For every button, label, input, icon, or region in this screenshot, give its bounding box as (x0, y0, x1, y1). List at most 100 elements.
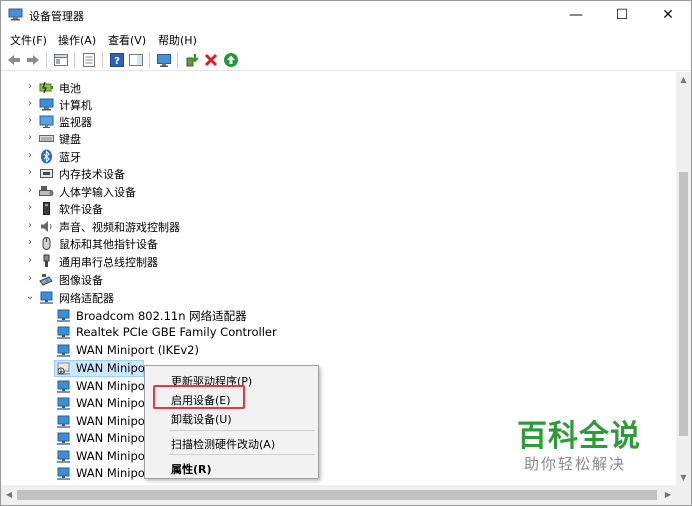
tree-item-battery[interactable]: › 电池 (1, 79, 676, 96)
tree-item-label: 软件设备 (59, 203, 103, 216)
adapter-label: WAN Minipo (76, 414, 145, 428)
adapter-row-selected[interactable]: WAN Minipo (1, 360, 676, 377)
menu-item-label: 属性(R) (171, 463, 212, 476)
adapter-label: Realtek PCIe GBE Family Controller (76, 325, 277, 339)
vertical-scroll-thumb[interactable] (679, 172, 688, 436)
back-arrow-icon[interactable] (6, 52, 22, 68)
adapter-label: Broadcom 802.11n 网络适配器 (76, 309, 247, 323)
toolbar-separator (177, 52, 178, 68)
tree-item-usb-controllers[interactable]: › 通用串行总线控制器 (1, 253, 676, 270)
forward-arrow-icon[interactable] (25, 52, 41, 68)
expand-chevron-icon[interactable]: › (25, 167, 35, 179)
toolbar-separator (149, 52, 150, 68)
tree-item-label: 监视器 (59, 116, 92, 129)
menu-action[interactable]: 操作(A) (58, 32, 96, 48)
minimize-button[interactable]: — (553, 1, 599, 29)
expand-chevron-icon[interactable]: › (25, 220, 35, 232)
tree-item-software-devices[interactable]: › 软件设备 (1, 200, 676, 217)
keyboard-icon (39, 135, 54, 142)
properties-sheet-icon[interactable] (81, 52, 97, 68)
usb-icon (43, 254, 50, 267)
adapter-label: WAN Minipo (76, 449, 145, 463)
menu-view[interactable]: 查看(V) (108, 32, 146, 48)
expand-chevron-icon[interactable]: › (25, 81, 35, 93)
menu-scan-hardware[interactable]: 扫描检测硬件改动(A) (146, 432, 317, 452)
tree-item-label: 计算机 (59, 99, 92, 112)
adapter-label: WAN Minipo (76, 379, 145, 393)
maximize-button[interactable]: ☐ (599, 1, 645, 29)
tree-item-memory-tech[interactable]: › 内存技术设备 (1, 165, 676, 182)
uninstall-x-icon[interactable] (203, 52, 219, 68)
window-title: 设备管理器 (29, 10, 84, 23)
horizontal-scroll-thumb[interactable] (17, 490, 657, 500)
expand-chevron-icon[interactable]: › (25, 150, 35, 162)
tree-item-label: 蓝牙 (59, 151, 81, 164)
expand-chevron-icon[interactable]: › (25, 115, 35, 127)
menu-file[interactable]: 文件(F) (10, 32, 47, 48)
computer-icon (39, 98, 54, 111)
horizontal-scrollbar[interactable]: ◀ ▶ (1, 485, 676, 505)
tree-item-mouse[interactable]: › 鼠标和其他指针设备 (1, 235, 676, 252)
collapse-chevron-icon[interactable]: ⌄ (25, 291, 35, 303)
tree-item-bluetooth[interactable]: › 蓝牙 (1, 148, 676, 165)
adapter-row[interactable]: Realtek PCIe GBE Family Controller (1, 324, 676, 341)
menu-separator (169, 454, 315, 455)
help-icon[interactable]: ? (109, 52, 125, 68)
update-driver-icon[interactable] (184, 52, 200, 68)
network-adapter-icon (57, 450, 70, 463)
scroll-left-icon[interactable]: ◀ (2, 488, 16, 502)
tree-item-keyboard[interactable]: › 键盘 (1, 130, 676, 147)
menu-bar: 文件(F) 操作(A) 查看(V) 帮助(H) (1, 29, 691, 49)
tree-item-label: 网络适配器 (59, 292, 114, 305)
tree-item-monitor[interactable]: › 监视器 (1, 113, 676, 130)
expand-chevron-icon[interactable]: › (25, 98, 35, 110)
expand-chevron-icon[interactable]: › (25, 255, 35, 267)
menu-uninstall-device[interactable]: 卸载设备(U) (146, 407, 317, 427)
expand-chevron-icon[interactable]: › (25, 202, 35, 214)
scrollbar-corner (676, 485, 691, 505)
menu-separator (169, 430, 315, 431)
disabled-network-adapter-icon (57, 362, 70, 375)
bluetooth-icon (41, 149, 52, 164)
close-button[interactable]: ✕ (645, 1, 691, 29)
monitor-icon (39, 115, 54, 128)
expand-chevron-icon[interactable]: › (25, 185, 35, 197)
menu-properties[interactable]: 属性(R) (146, 457, 317, 477)
watermark-subtitle: 助你轻松解决 (524, 455, 627, 473)
show-hide-tree-icon[interactable] (53, 52, 69, 68)
scan-monitor-icon[interactable] (156, 52, 172, 68)
menu-help[interactable]: 帮助(H) (158, 32, 197, 48)
scroll-up-icon[interactable]: ▲ (676, 72, 691, 87)
vertical-scrollbar[interactable]: ▲ ▼ (676, 72, 691, 485)
adapter-row[interactable]: WAN Miniport (IKEv2) (1, 342, 676, 359)
tree-item-network-adapters[interactable]: ⌄ 网络适配器 (1, 289, 676, 306)
scroll-down-icon[interactable]: ▼ (676, 470, 691, 485)
tree-item-sound-video-game[interactable]: › 声音、视频和游戏控制器 (1, 218, 676, 235)
adapter-row[interactable]: WAN Minipo (1, 378, 676, 395)
tree-item-imaging[interactable]: › 图像设备 (1, 271, 676, 288)
tree-item-computer[interactable]: › 计算机 (1, 96, 676, 113)
tree-item-label: 键盘 (59, 133, 81, 146)
scroll-right-icon[interactable]: ▶ (661, 488, 675, 502)
adapter-row[interactable]: WAN Minipo (1, 395, 676, 412)
action-pane-icon[interactable] (128, 52, 144, 68)
enable-device-icon[interactable] (223, 52, 239, 68)
expand-chevron-icon[interactable]: › (25, 132, 35, 144)
tree-item-label: 鼠标和其他指针设备 (59, 238, 158, 251)
menu-item-label: 扫描检测硬件改动(A) (171, 438, 276, 451)
svg-text:?: ? (114, 56, 120, 67)
title-bar[interactable]: 设备管理器 — ☐ ✕ (1, 1, 691, 29)
tree-item-hid[interactable]: › 人体学输入设备 (1, 183, 676, 200)
mouse-icon (42, 237, 51, 250)
expand-chevron-icon[interactable]: › (25, 273, 35, 285)
watermark-title: 百科全说 (517, 419, 641, 454)
toolbar-separator (102, 52, 103, 68)
battery-icon (39, 81, 53, 94)
adapter-row[interactable]: Broadcom 802.11n 网络适配器 (1, 307, 676, 324)
adapter-label: WAN Miniport (IKEv2) (76, 343, 199, 357)
toolbar-separator (46, 52, 47, 68)
network-adapter-icon (57, 380, 70, 393)
tree-item-label: 声音、视频和游戏控制器 (59, 221, 180, 234)
tree-item-label: 通用串行总线控制器 (59, 256, 158, 269)
expand-chevron-icon[interactable]: › (25, 237, 35, 249)
